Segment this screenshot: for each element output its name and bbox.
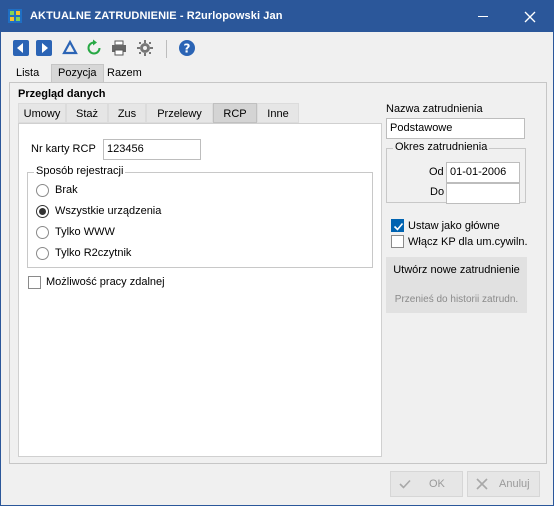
period-group: Okres zatrudnienia Od 01-01-2006 Do bbox=[386, 141, 526, 204]
tab-staz[interactable]: Staż bbox=[66, 103, 108, 123]
cancel-button[interactable]: Anuluj bbox=[467, 471, 540, 497]
employment-name-label: Nazwa zatrudnienia bbox=[386, 103, 483, 115]
toolbar: ? bbox=[1, 35, 553, 61]
dialog-window: AKTUALNE ZATRUDNIENIE - R2urlopowski Jan bbox=[0, 0, 554, 506]
from-date-input[interactable]: 01-01-2006 bbox=[446, 162, 520, 183]
help-icon[interactable]: ? bbox=[178, 39, 196, 57]
radio-button[interactable] bbox=[36, 247, 49, 260]
kp-label: Włącz KP dla um.cywiln. bbox=[408, 236, 528, 248]
employment-name-input[interactable]: Podstawowe bbox=[386, 118, 525, 139]
radio-button[interactable] bbox=[36, 184, 49, 197]
rcp-panel: Nr karty RCP 123456 Sposób rejestracji B… bbox=[18, 123, 382, 457]
title-bar[interactable]: AKTUALNE ZATRUDNIENIE - R2urlopowski Jan bbox=[1, 1, 553, 32]
tab-zus[interactable]: Zus bbox=[108, 103, 146, 123]
radio-label: Wszystkie urządzenia bbox=[55, 205, 162, 217]
radio-button[interactable] bbox=[36, 226, 49, 239]
kp-checkbox[interactable] bbox=[391, 235, 404, 248]
section-title: Przegląd danych bbox=[18, 88, 106, 100]
app-icon bbox=[8, 9, 22, 23]
remote-work-label: Możliwość pracy zdalnej bbox=[46, 276, 165, 288]
tab-pozycja[interactable]: Pozycja bbox=[51, 64, 104, 82]
radio-brak[interactable]: Brak bbox=[36, 183, 236, 199]
tab-umowy[interactable]: Umowy bbox=[18, 103, 66, 123]
back-icon[interactable] bbox=[12, 39, 30, 57]
forward-icon[interactable] bbox=[35, 39, 53, 57]
period-title: Okres zatrudnienia bbox=[393, 141, 490, 153]
delta-icon[interactable] bbox=[61, 39, 79, 57]
main-panel: Przegląd danych Umowy Staż Zus Przelewy … bbox=[9, 82, 547, 464]
radio-label: Brak bbox=[55, 184, 78, 196]
close-icon bbox=[524, 11, 536, 23]
svg-text:?: ? bbox=[184, 42, 191, 56]
ok-button[interactable]: OK bbox=[390, 471, 463, 497]
settings-icon[interactable] bbox=[136, 39, 154, 57]
radio-tylko-r2czytnik[interactable]: Tylko R2czytnik bbox=[36, 246, 236, 262]
radio-label: Tylko WWW bbox=[55, 226, 115, 238]
window-title: AKTUALNE ZATRUDNIENIE - R2urlopowski Jan bbox=[30, 10, 283, 22]
tab-inne[interactable]: Inne bbox=[257, 103, 299, 123]
tab-razem[interactable]: Razem bbox=[100, 64, 149, 82]
check-icon bbox=[393, 222, 404, 231]
ok-label: OK bbox=[429, 478, 445, 490]
radio-button-checked[interactable] bbox=[36, 205, 49, 218]
radio-label: Tylko R2czytnik bbox=[55, 247, 132, 259]
to-date-input[interactable] bbox=[446, 183, 520, 204]
checkmark-icon bbox=[399, 479, 411, 489]
registration-title: Sposób rejestracji bbox=[34, 165, 126, 177]
create-employment-button[interactable]: Utwórz nowe zatrudnienie bbox=[386, 264, 527, 276]
toolbar-separator bbox=[166, 40, 167, 58]
from-label: Od bbox=[429, 166, 444, 178]
minimize-icon bbox=[478, 16, 488, 17]
card-number-input[interactable]: 123456 bbox=[103, 139, 201, 160]
set-main-checkbox[interactable] bbox=[391, 219, 404, 232]
minimize-button[interactable] bbox=[460, 1, 506, 32]
radio-tylko-www[interactable]: Tylko WWW bbox=[36, 225, 236, 241]
radio-wszystkie-urzadzenia[interactable]: Wszystkie urządzenia bbox=[36, 204, 236, 220]
close-button[interactable] bbox=[507, 1, 553, 32]
to-label: Do bbox=[430, 186, 445, 198]
registration-group: Sposób rejestracji Brak Wszystkie urządz… bbox=[27, 165, 373, 268]
remote-work-checkbox[interactable] bbox=[28, 276, 41, 289]
tab-lista[interactable]: Lista bbox=[9, 64, 46, 82]
move-to-history-button[interactable]: Przenieś do historii zatrudn. bbox=[386, 294, 527, 305]
tab-przelewy[interactable]: Przelewy bbox=[146, 103, 213, 123]
cancel-icon bbox=[476, 478, 488, 490]
tab-rcp[interactable]: RCP bbox=[213, 103, 257, 123]
cancel-label: Anuluj bbox=[499, 478, 530, 490]
employment-actions: Utwórz nowe zatrudnienie Przenieś do his… bbox=[386, 257, 527, 313]
set-main-label: Ustaw jako główne bbox=[408, 220, 500, 232]
print-icon[interactable] bbox=[110, 39, 128, 57]
card-number-label: Nr karty RCP bbox=[31, 143, 96, 155]
refresh-icon[interactable] bbox=[85, 39, 103, 57]
